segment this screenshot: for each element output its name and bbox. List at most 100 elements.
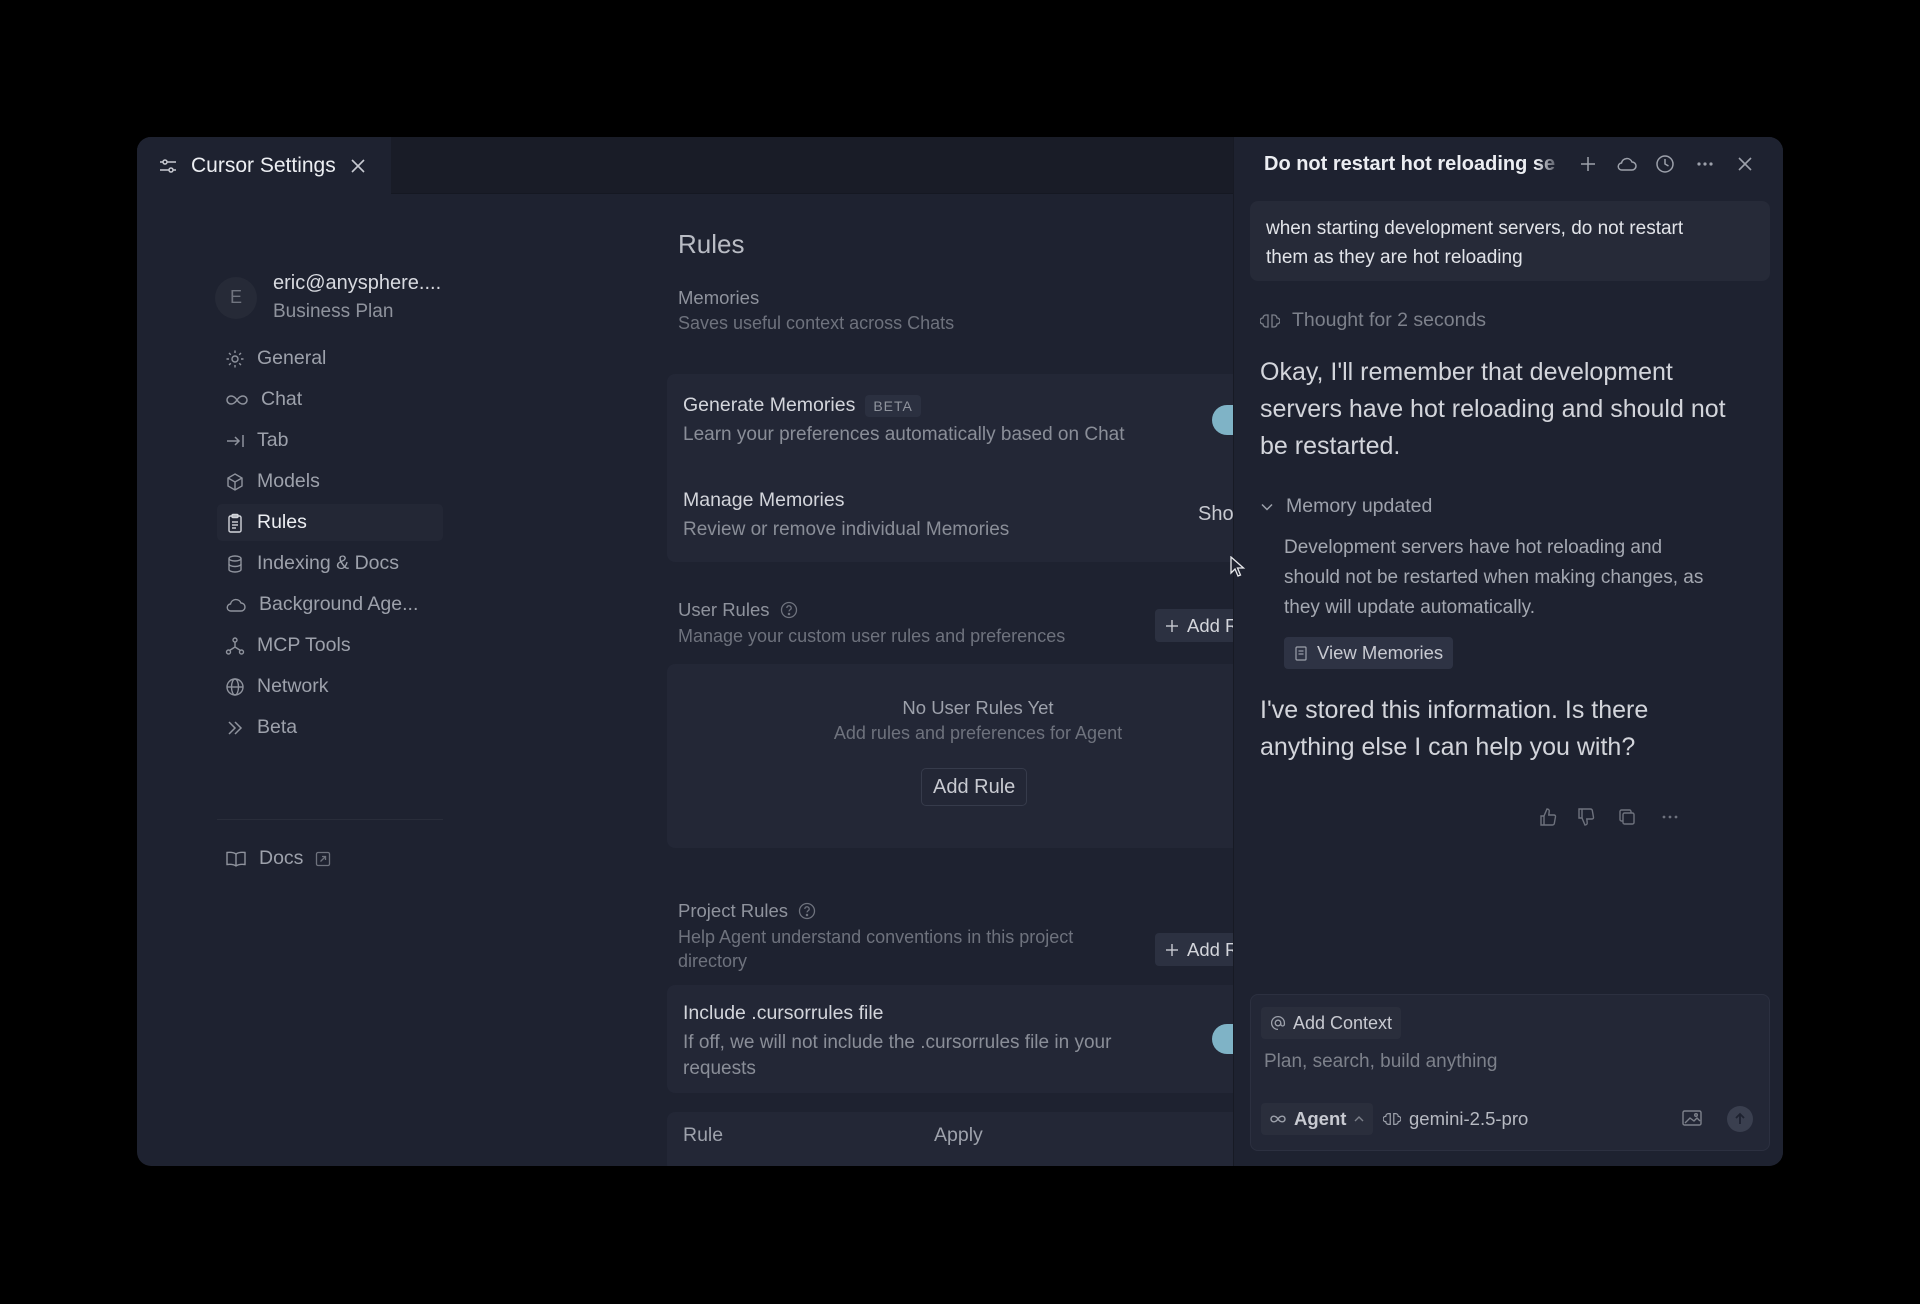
chevron-up-icon	[1354, 1116, 1364, 1122]
sidebar-item-label: Models	[257, 470, 320, 492]
thought-indicator[interactable]: Thought for 2 seconds	[1260, 309, 1486, 332]
settings-tab-title: Cursor Settings	[191, 153, 336, 177]
user-message-line2: them as they are hot reloading	[1266, 247, 1523, 268]
sidebar-item-label: Tab	[257, 429, 289, 451]
sidebar-item-label: Chat	[261, 388, 303, 410]
agent-mode-label: Agent	[1294, 1108, 1347, 1129]
model-selector[interactable]: gemini-2.5-pro	[1383, 1108, 1528, 1130]
account-email: eric@anysphere....	[273, 272, 442, 294]
more-icon[interactable]	[1695, 154, 1715, 174]
avatar: E	[215, 276, 257, 319]
reply2-line2: anything else I can help you with?	[1260, 733, 1636, 761]
user-rules-title-text: User Rules	[678, 599, 770, 620]
manage-memories-title: Manage Memories	[683, 489, 844, 512]
view-memories-button[interactable]: View Memories	[1284, 637, 1454, 669]
chevron-down-icon	[1261, 503, 1273, 511]
sidebar-item-label: General	[257, 347, 327, 369]
mouse-cursor-icon	[1230, 556, 1246, 577]
settings-tab[interactable]: Cursor Settings	[137, 137, 391, 194]
user-rules-empty-description: Add rules and preferences for Agent	[833, 723, 1123, 743]
sidebar-item-chat[interactable]: Chat	[217, 381, 443, 418]
sidebar-item-background-agents[interactable]: Background Age...	[217, 586, 443, 623]
chat-input[interactable]: Plan, search, build anything	[1264, 1051, 1497, 1073]
editor-tab-bar: Cursor Settings	[137, 137, 1233, 194]
sidebar-item-indexing-docs[interactable]: Indexing & Docs	[217, 545, 443, 582]
memory-line3: they will update automatically.	[1284, 597, 1535, 618]
empty-add-rule-button[interactable]: Add Rule	[921, 768, 1028, 806]
sidebar-item-label: Background Age...	[259, 593, 419, 615]
reply2-line1: I've stored this information. Is there	[1260, 696, 1649, 724]
memory-content: Development servers have hot reloading a…	[1284, 533, 1774, 623]
copy-icon[interactable]	[1617, 807, 1637, 827]
history-icon[interactable]	[1655, 154, 1675, 174]
add-context-button[interactable]: Add Context	[1261, 1007, 1402, 1039]
sidebar-item-mcp-tools[interactable]: MCP Tools	[217, 627, 443, 664]
image-icon[interactable]	[1681, 1108, 1703, 1128]
close-icon[interactable]	[1736, 154, 1754, 174]
cloud-icon[interactable]	[1615, 154, 1639, 174]
beta-badge: BETA	[865, 394, 921, 417]
chat-panel: Do not restart hot reloading se when sta…	[1233, 137, 1783, 1166]
sidebar-item-label: Indexing & Docs	[257, 552, 399, 574]
page-title: Rules	[678, 229, 745, 259]
user-message-line1: when starting development servers, do no…	[1266, 218, 1684, 239]
assistant-message-1: Okay, I'll remember that development ser…	[1260, 354, 1770, 465]
account-plan: Business Plan	[273, 301, 394, 322]
memories-section-description: Saves useful context across Chats	[678, 313, 955, 333]
sidebar-item-general[interactable]: General	[217, 340, 443, 377]
user-rules-empty-card: No User Rules Yet Add rules and preferen…	[667, 664, 1289, 848]
network-nodes-icon	[225, 636, 245, 655]
database-icon	[228, 554, 242, 573]
gear-icon	[226, 350, 244, 367]
user-rules-section-title: User Rules	[678, 599, 798, 621]
view-memories-label: View Memories	[1317, 642, 1444, 663]
close-icon[interactable]	[350, 158, 366, 174]
help-icon[interactable]	[780, 601, 798, 619]
include-description-line1: If off, we will not include the .cursorr…	[683, 1032, 1112, 1053]
plus-icon	[1166, 943, 1178, 956]
generate-memories-label: Generate Memories	[683, 394, 856, 416]
memories-card: Generate Memories BETA Learn your prefer…	[667, 374, 1289, 562]
thought-text: Thought for 2 seconds	[1292, 309, 1487, 331]
user-message[interactable]: when starting development servers, do no…	[1250, 201, 1770, 281]
add-context-label: Add Context	[1293, 1012, 1393, 1033]
clipboard-icon	[228, 513, 242, 533]
model-label: gemini-2.5-pro	[1409, 1108, 1529, 1129]
brain-icon	[1383, 1113, 1401, 1125]
sliders-icon	[160, 158, 176, 173]
double-chevron-icon	[228, 720, 243, 735]
project-rules-table: Rule Apply	[667, 1112, 1289, 1166]
plus-icon	[1166, 619, 1178, 632]
manage-memories-description: Review or remove individual Memories	[683, 519, 1010, 540]
chat-title[interactable]: Do not restart hot reloading se	[1264, 153, 1564, 176]
plus-icon[interactable]	[1578, 154, 1598, 174]
include-description-line2: requests	[683, 1058, 756, 1079]
sidebar-item-docs[interactable]: Docs	[217, 840, 443, 877]
help-icon[interactable]	[798, 902, 816, 920]
infinity-icon	[226, 394, 248, 405]
thumbs-down-icon[interactable]	[1576, 807, 1596, 827]
sidebar-item-label: Docs	[259, 847, 304, 869]
sidebar-item-network[interactable]: Network	[217, 668, 443, 705]
cube-icon	[227, 472, 243, 491]
sidebar-item-label: MCP Tools	[257, 634, 351, 656]
memory-updated-toggle[interactable]: Memory updated	[1260, 495, 1432, 518]
sidebar-item-label: Rules	[257, 511, 307, 533]
user-rules-section-description: Manage your custom user rules and prefer…	[678, 626, 1066, 646]
agent-mode-selector[interactable]: Agent	[1261, 1103, 1374, 1135]
send-button[interactable]	[1727, 1106, 1753, 1132]
sidebar-item-rules[interactable]: Rules	[217, 504, 443, 541]
sidebar-item-tab[interactable]: Tab	[217, 422, 443, 459]
at-sign-icon	[1270, 1015, 1286, 1031]
sidebar-item-beta[interactable]: Beta	[217, 709, 443, 746]
thumbs-up-icon[interactable]	[1538, 807, 1558, 827]
memory-line1: Development servers have hot reloading a…	[1284, 537, 1663, 558]
sidebar-item-label: Network	[257, 675, 329, 697]
more-icon[interactable]	[1660, 807, 1680, 827]
table-header-rule: Rule	[683, 1124, 724, 1146]
cloud-icon	[226, 598, 246, 612]
sidebar-item-models[interactable]: Models	[217, 463, 443, 500]
arrow-up-icon	[1735, 1112, 1745, 1124]
include-cursorrules-description: If off, we will not include the .cursorr…	[683, 1030, 1111, 1082]
project-rules-description-line1: Help Agent understand conventions in thi…	[678, 927, 1074, 947]
